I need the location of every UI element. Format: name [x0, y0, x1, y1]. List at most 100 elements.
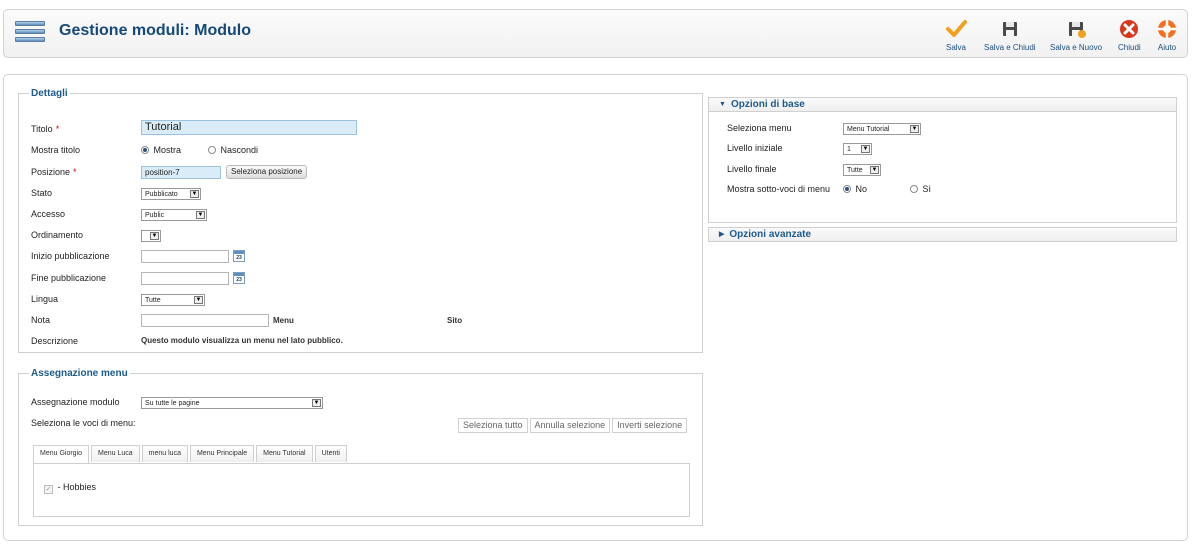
invert-selection-button[interactable]: Inverti selezione: [612, 418, 688, 433]
select-menu-select[interactable]: Menu Tutorial ▼: [843, 123, 921, 135]
close-label: Chiudi: [1118, 43, 1141, 52]
menu-item-hobbies[interactable]: ✓ - Hobbies: [44, 482, 96, 494]
dropdown-arrow-icon: ▼: [910, 125, 919, 133]
start-level-row: Livello iniziale 1 ▼: [727, 141, 1167, 157]
save-icon: [1002, 22, 1017, 36]
required-star: *: [55, 124, 60, 134]
module-assignment-select[interactable]: Su tutte le pagine ▼: [141, 397, 323, 409]
save-close-button[interactable]: Salva e Chiudi: [984, 18, 1036, 52]
basic-options-panel: Seleziona menu Menu Tutorial ▼ Livello i…: [708, 112, 1177, 223]
select-menu-label: Seleziona menu: [727, 123, 792, 133]
language-select[interactable]: Tutte ▼: [141, 294, 205, 306]
tab-panel: ✓ - Hobbies: [33, 463, 690, 517]
toolbar: Gestione moduli: Modulo Salva Salva e Ch…: [3, 9, 1188, 58]
dropdown-arrow-icon: ▼: [861, 145, 870, 153]
deselect-button[interactable]: Annulla selezione: [529, 418, 611, 433]
menu-text: Menu: [273, 316, 294, 325]
module-assignment-label: Assegnazione modulo: [31, 397, 120, 407]
title-label: Titolo: [31, 124, 53, 134]
details-fieldset: Dettagli Titolo * Tutorial Mostra titolo …: [18, 88, 703, 353]
show-subitems-radio-no[interactable]: No: [843, 184, 867, 194]
save-close-label: Salva e Chiudi: [984, 43, 1036, 52]
module-manager-icon: [15, 21, 45, 47]
triangle-down-icon: ▼: [719, 101, 726, 108]
end-level-label: Livello finale: [727, 164, 777, 174]
tab-menu-luca-lower[interactable]: menu luca: [141, 445, 188, 462]
advanced-options-header[interactable]: ▶ Opzioni avanzate: [708, 227, 1177, 242]
basic-options-header[interactable]: ▼ Opzioni di base: [708, 97, 1177, 112]
dropdown-arrow-icon: ▼: [312, 399, 321, 407]
status-label: Stato: [31, 188, 53, 198]
dropdown-arrow-icon: ▼: [190, 190, 199, 198]
language-label: Lingua: [31, 294, 59, 304]
description-text: Questo modulo visualizza un menu nel lat…: [141, 336, 343, 345]
start-level-label: Livello iniziale: [727, 143, 783, 153]
help-label: Aiuto: [1157, 43, 1177, 52]
save-label: Salva: [945, 43, 966, 52]
note-input[interactable]: [141, 314, 269, 327]
show-title-radio-show[interactable]: Mostra: [141, 145, 181, 155]
publish-start-input[interactable]: [141, 250, 229, 263]
save-button[interactable]: Salva: [945, 18, 967, 52]
access-select[interactable]: Public ▼: [141, 209, 207, 221]
status-select[interactable]: Pubblicato ▼: [141, 188, 201, 200]
radio-checked-icon: [141, 146, 149, 154]
tab-menu-luca[interactable]: Menu Luca: [91, 445, 140, 462]
position-input[interactable]: position-7: [141, 166, 221, 179]
publish-end-input[interactable]: [141, 272, 229, 285]
check-icon: [946, 20, 967, 37]
select-items-label: Seleziona le voci di menu:: [31, 418, 136, 428]
calendar-icon[interactable]: 23: [233, 250, 245, 262]
show-subitems-radio-yes[interactable]: Sì: [910, 184, 931, 194]
note-label: Nota: [31, 315, 51, 325]
dropdown-arrow-icon: ▼: [194, 296, 203, 304]
select-position-button[interactable]: Seleziona posizione: [226, 165, 308, 179]
ordering-label: Ordinamento: [31, 230, 84, 240]
select-menu-row: Seleziona menu Menu Tutorial ▼: [727, 121, 1167, 137]
dropdown-arrow-icon: ▼: [196, 211, 205, 219]
menu-assignment-legend: Assegnazione menu: [31, 368, 128, 379]
show-title-label: Mostra titolo: [31, 145, 81, 155]
tab-menu-tutorial[interactable]: Menu Tutorial: [256, 445, 313, 462]
title-input[interactable]: Tutorial: [141, 120, 357, 135]
site-text: Sito: [447, 316, 463, 325]
details-legend: Dettagli: [31, 88, 68, 99]
calendar-icon[interactable]: 23: [233, 272, 245, 284]
end-level-row: Livello finale Tutte ▼: [727, 162, 1167, 178]
end-level-select[interactable]: Tutte ▼: [843, 164, 881, 176]
close-icon: [1120, 20, 1139, 38]
tab-menu-giorgio[interactable]: Menu Giorgio: [33, 445, 90, 463]
start-level-select[interactable]: 1 ▼: [843, 143, 872, 155]
selection-buttons: Seleziona tutto Annulla selezione Invert…: [456, 418, 688, 433]
radio-checked-icon: [843, 185, 851, 193]
save-new-button[interactable]: Salva e Nuovo: [1050, 18, 1102, 52]
publish-end-label: Fine pubblicazione: [31, 273, 107, 283]
required-star: *: [73, 167, 77, 177]
dropdown-arrow-icon: ▼: [150, 232, 159, 240]
tab-menu-principale[interactable]: Menu Principale: [189, 445, 255, 462]
show-title-radio-hide[interactable]: Nascondi: [208, 145, 258, 155]
show-subitems-label: Mostra sotto-voci di menu: [727, 184, 831, 194]
ordering-select[interactable]: ▼: [141, 230, 161, 242]
access-label: Accesso: [31, 209, 66, 219]
checkbox-checked-icon[interactable]: ✓: [44, 485, 53, 494]
publish-start-label: Inizio pubblicazione: [31, 251, 110, 261]
page-title: Gestione moduli: Modulo: [59, 22, 251, 39]
description-label: Descrizione: [31, 336, 79, 346]
dropdown-arrow-icon: ▼: [870, 166, 879, 174]
radio-unchecked-icon: [208, 146, 216, 154]
close-button[interactable]: Chiudi: [1118, 18, 1141, 52]
menu-item-label: - Hobbies: [57, 482, 97, 492]
save-new-label: Salva e Nuovo: [1050, 43, 1103, 52]
select-all-button[interactable]: Seleziona tutto: [458, 418, 528, 433]
triangle-right-icon: ▶: [719, 231, 725, 238]
radio-unchecked-icon: [910, 185, 918, 193]
menu-tabs: Menu Giorgio Menu Luca menu luca Menu Pr…: [33, 445, 349, 463]
help-button[interactable]: Aiuto: [1156, 18, 1178, 52]
save-new-icon: [1069, 22, 1087, 38]
tab-utenti[interactable]: Utenti: [314, 445, 347, 462]
show-subitems-row: Mostra sotto-voci di menu No Sì: [727, 182, 1167, 198]
position-label: Posizione: [31, 167, 71, 177]
help-icon: [1158, 20, 1176, 38]
menu-assignment-fieldset: Assegnazione menu Assegnazione modulo Su…: [18, 368, 703, 526]
